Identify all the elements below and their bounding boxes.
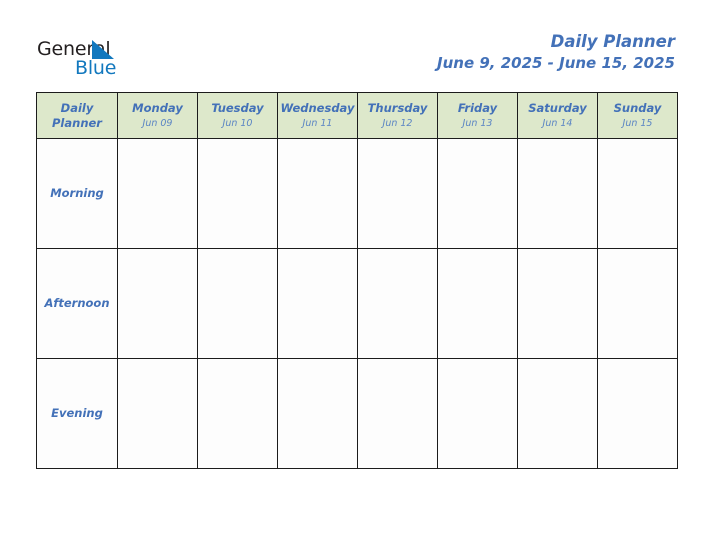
planner-cell[interactable] [277,358,358,469]
day-name: Friday [457,100,498,115]
planner-cell[interactable] [517,138,598,249]
planner-cell[interactable] [197,358,278,469]
day-header-tuesday: Tuesday Jun 10 [197,92,278,139]
daily-planner-page: General Blue Daily Planner June 9, 2025 … [0,0,712,550]
row-label-morning: Morning [36,138,118,249]
row-label-evening: Evening [36,358,118,469]
date-range: June 9, 2025 - June 15, 2025 [437,54,675,72]
row-label-text: Afternoon [44,296,110,310]
page-header: General Blue Daily Planner June 9, 2025 … [0,0,712,92]
planner-cell[interactable] [597,138,678,249]
table-header-row: Daily Planner Monday Jun 09 Tuesday Jun … [36,92,678,139]
row-label-text: Evening [51,406,103,420]
title-block: Daily Planner June 9, 2025 - June 15, 20… [437,31,675,73]
brand-name-blue: Blue [75,57,117,79]
planner-cell[interactable] [117,138,198,249]
brand-logo: General Blue [37,38,167,80]
corner-label-line1: Daily [60,100,94,115]
day-header-sunday: Sunday Jun 15 [597,92,678,139]
planner-cell[interactable] [117,358,198,469]
planner-cell[interactable] [197,248,278,359]
day-date: Jun 13 [462,117,493,129]
planner-row-morning: Morning [36,138,678,249]
day-name: Monday [132,100,183,115]
day-header-friday: Friday Jun 13 [437,92,518,139]
day-name: Sunday [613,100,662,115]
planner-cell[interactable] [277,248,358,359]
row-label-afternoon: Afternoon [36,248,118,359]
planner-cell[interactable] [277,138,358,249]
planner-cell[interactable] [357,358,438,469]
planner-cell[interactable] [357,138,438,249]
planner-cell[interactable] [437,138,518,249]
planner-cell[interactable] [357,248,438,359]
planner-cell[interactable] [437,248,518,359]
planner-cell[interactable] [597,358,678,469]
day-date: Jun 14 [542,117,573,129]
day-date: Jun 15 [622,117,653,129]
day-header-wednesday: Wednesday Jun 11 [277,92,358,139]
planner-cell[interactable] [117,248,198,359]
planner-row-afternoon: Afternoon [36,248,678,359]
day-header-monday: Monday Jun 09 [117,92,198,139]
planner-table: Daily Planner Monday Jun 09 Tuesday Jun … [36,92,678,469]
day-header-saturday: Saturday Jun 14 [517,92,598,139]
day-date: Jun 12 [382,117,413,129]
corner-cell: Daily Planner [36,92,118,139]
planner-cell[interactable] [517,248,598,359]
day-name: Saturday [528,100,587,115]
planner-cell[interactable] [197,138,278,249]
planner-cell[interactable] [517,358,598,469]
day-date: Jun 10 [222,117,253,129]
day-name: Wednesday [280,100,355,115]
day-name: Tuesday [211,100,264,115]
day-header-thursday: Thursday Jun 12 [357,92,438,139]
planner-cell[interactable] [597,248,678,359]
day-name: Thursday [367,100,428,115]
planner-row-evening: Evening [36,358,678,469]
day-date: Jun 09 [142,117,173,129]
day-date: Jun 11 [302,117,333,129]
planner-cell[interactable] [437,358,518,469]
row-label-text: Morning [50,186,104,200]
corner-label-line2: Planner [52,115,102,130]
page-title: Daily Planner [550,32,675,51]
